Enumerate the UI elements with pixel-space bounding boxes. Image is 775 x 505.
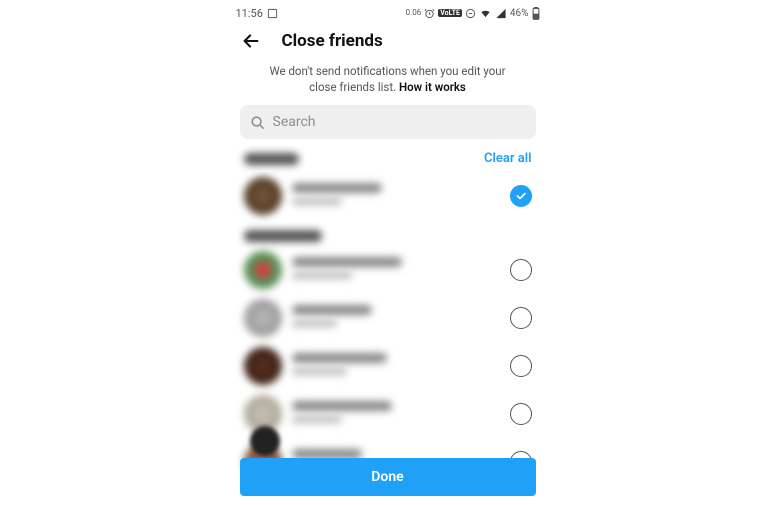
- search-placeholder: Search: [273, 114, 316, 130]
- status-time: 11:56: [236, 7, 263, 20]
- battery-icon: [532, 7, 540, 20]
- page-header: Close friends: [230, 22, 546, 62]
- search-input[interactable]: Search: [240, 105, 536, 139]
- select-toggle[interactable]: [510, 355, 532, 377]
- status-data: 0.06: [406, 9, 422, 17]
- friends-list: [230, 172, 546, 502]
- list-item[interactable]: [230, 390, 546, 438]
- select-toggle[interactable]: [510, 259, 532, 281]
- app-screen: 11:56 0.06 VoLTE 46% Close friends We do…: [230, 4, 546, 502]
- user-label: [292, 353, 500, 380]
- user-label: [292, 401, 500, 428]
- signal-icon: [495, 8, 507, 19]
- clear-all-button[interactable]: Clear all: [484, 151, 532, 166]
- screenshot-icon: [267, 8, 278, 19]
- list-item[interactable]: [230, 342, 546, 390]
- avatar: [244, 299, 282, 337]
- list-item[interactable]: [230, 246, 546, 294]
- user-label: [292, 305, 500, 332]
- select-toggle-checked[interactable]: [510, 185, 532, 207]
- select-toggle[interactable]: [510, 403, 532, 425]
- avatar: [244, 177, 282, 215]
- info-text: We don't send notifications when you edi…: [230, 62, 546, 105]
- how-it-works-link[interactable]: How it works: [399, 80, 466, 94]
- list-item[interactable]: [230, 294, 546, 342]
- list-item[interactable]: [230, 172, 546, 220]
- avatar: [244, 347, 282, 385]
- dnd-icon: [465, 8, 476, 19]
- done-button[interactable]: Done: [240, 458, 536, 496]
- user-label: [292, 257, 500, 284]
- select-toggle[interactable]: [510, 307, 532, 329]
- status-bar: 11:56 0.06 VoLTE 46%: [230, 4, 546, 22]
- user-label: [292, 183, 500, 210]
- status-battery-pct: 46%: [510, 8, 529, 19]
- avatar: [250, 426, 280, 456]
- section-heading-suggested: [244, 230, 322, 242]
- back-button[interactable]: [240, 30, 262, 52]
- avatar: [244, 251, 282, 289]
- wifi-icon: [479, 8, 492, 19]
- page-title: Close friends: [282, 31, 383, 51]
- alarm-icon: [424, 8, 435, 19]
- search-icon: [250, 115, 265, 130]
- status-volte: VoLTE: [438, 9, 462, 17]
- section-heading-selected: [244, 153, 299, 165]
